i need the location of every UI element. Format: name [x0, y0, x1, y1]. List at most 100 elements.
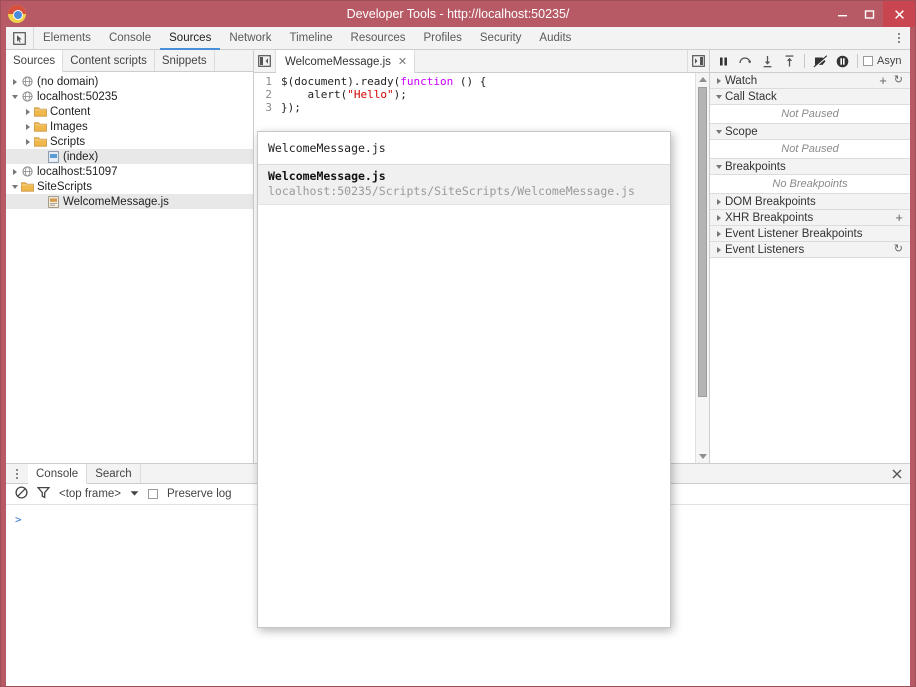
drawer-tab-search[interactable]: Search [87, 464, 141, 483]
navtab-content-scripts[interactable]: Content scripts [63, 50, 155, 71]
tree-item[interactable]: (no domain) [6, 74, 253, 89]
scrollbar-track[interactable] [696, 397, 709, 450]
minimize-button[interactable] [829, 1, 856, 27]
chevron-right-icon[interactable] [9, 78, 20, 85]
tab-elements[interactable]: Elements [34, 27, 100, 50]
tree-item[interactable]: localhost:51097 [6, 164, 253, 179]
tree-item[interactable]: localhost:50235 [6, 89, 253, 104]
vertical-dots-icon[interactable] [6, 464, 28, 483]
console-prompt[interactable]: > [15, 513, 22, 526]
scroll-down-icon[interactable] [698, 450, 707, 463]
section-actions: + ↻ [879, 74, 910, 87]
tree-item[interactable]: WelcomeMessage.js [6, 194, 253, 209]
folder-icon [34, 137, 47, 147]
scroll-up-icon[interactable] [698, 73, 707, 86]
chevron-down-icon[interactable] [130, 488, 139, 500]
console-context-value[interactable]: <top frame> [59, 488, 121, 500]
chevron-down-icon[interactable] [713, 164, 725, 169]
editor-tab-bar: WelcomeMessage.js ✕ [254, 50, 709, 73]
inspect-element-icon[interactable] [6, 27, 34, 49]
tree-item-label: SiteScripts [37, 180, 92, 193]
code-line-text: $(document).ready(function () { [276, 75, 486, 88]
tab-timeline[interactable]: Timeline [281, 27, 342, 50]
chevron-right-icon[interactable] [22, 123, 33, 130]
pause-icon[interactable] [713, 52, 733, 71]
section-header[interactable]: Watch + ↻ [710, 73, 910, 89]
chevron-right-icon[interactable] [713, 214, 725, 221]
tree-item-label: Scripts [50, 135, 86, 148]
close-tab-icon[interactable]: ✕ [398, 55, 407, 68]
scrollbar-thumb[interactable] [698, 87, 707, 397]
tree-item[interactable]: SiteScripts [6, 179, 253, 194]
drawer-tab-console[interactable]: Console [28, 464, 88, 484]
step-over-icon[interactable] [735, 52, 755, 71]
deactivate-breakpoints-icon[interactable] [810, 52, 830, 71]
chevron-down-icon[interactable] [9, 184, 20, 189]
tree-item[interactable]: Scripts [6, 134, 253, 149]
section-header[interactable]: Event Listeners ↻ [710, 242, 910, 258]
navigator-pane: Sources Content scripts Snippets (no dom… [6, 50, 254, 463]
close-drawer-icon[interactable] [884, 464, 910, 483]
step-into-icon[interactable] [757, 52, 777, 71]
quick-open-dialog[interactable]: WelcomeMessage.js WelcomeMessage.js local… [257, 131, 671, 628]
chevron-down-icon[interactable] [713, 129, 725, 134]
code-line[interactable]: 3}); [254, 101, 695, 114]
quick-open-result[interactable]: WelcomeMessage.js localhost:50235/Scripts… [258, 165, 670, 205]
chevron-right-icon[interactable] [713, 77, 725, 84]
chevron-right-icon[interactable] [713, 246, 725, 253]
tab-audits[interactable]: Audits [530, 27, 580, 50]
chevron-down-icon[interactable] [9, 94, 20, 99]
chevron-right-icon[interactable] [22, 108, 33, 115]
show-debugger-icon[interactable] [687, 50, 709, 72]
window-controls [829, 1, 915, 27]
tree-item[interactable]: (index) [6, 149, 253, 164]
tab-resources[interactable]: Resources [342, 27, 415, 50]
navtab-snippets[interactable]: Snippets [155, 50, 215, 71]
section-header[interactable]: Event Listener Breakpoints [710, 226, 910, 242]
tree-item[interactable]: Images [6, 119, 253, 134]
tab-console[interactable]: Console [100, 27, 160, 50]
step-out-icon[interactable] [779, 52, 799, 71]
chevron-right-icon[interactable] [713, 198, 725, 205]
tree-item-label: localhost:50235 [37, 90, 118, 103]
add-icon[interactable]: + [895, 211, 903, 224]
close-button[interactable] [883, 1, 915, 27]
section-header[interactable]: XHR Breakpoints + [710, 210, 910, 226]
refresh-icon[interactable]: ↻ [894, 244, 903, 255]
section-header[interactable]: DOM Breakpoints [710, 194, 910, 210]
chevron-down-icon[interactable] [713, 94, 725, 99]
chevron-right-icon[interactable] [713, 230, 725, 237]
pause-on-exceptions-icon[interactable] [832, 52, 852, 71]
tab-sources[interactable]: Sources [160, 27, 221, 50]
add-icon[interactable]: + [879, 74, 887, 87]
refresh-icon[interactable]: ↻ [894, 75, 903, 86]
chevron-right-icon[interactable] [9, 168, 20, 175]
globe-icon [20, 76, 35, 87]
preserve-log-checkbox[interactable] [148, 489, 159, 499]
line-number[interactable]: 1 [254, 75, 276, 88]
navtab-sources[interactable]: Sources [6, 50, 64, 72]
async-checkbox-group[interactable]: Asyn [863, 55, 901, 67]
line-number[interactable]: 3 [254, 101, 276, 114]
document-icon [46, 150, 61, 163]
quick-open-input[interactable]: WelcomeMessage.js [258, 132, 670, 165]
line-number[interactable]: 2 [254, 88, 276, 101]
vertical-dots-icon[interactable] [888, 27, 910, 49]
tree-item[interactable]: Content [6, 104, 253, 119]
chevron-right-icon[interactable] [22, 138, 33, 145]
section-header[interactable]: Breakpoints [710, 159, 910, 175]
section-header[interactable]: Scope [710, 124, 910, 140]
editor-vertical-scrollbar[interactable] [695, 73, 709, 463]
section-header[interactable]: Call Stack [710, 89, 910, 105]
maximize-button[interactable] [856, 1, 883, 27]
show-navigator-icon[interactable] [254, 50, 276, 72]
code-line[interactable]: 2 alert("Hello"); [254, 88, 695, 101]
tab-profiles[interactable]: Profiles [415, 27, 471, 50]
editor-tab-welcomemessage[interactable]: WelcomeMessage.js ✕ [276, 50, 416, 73]
tab-security[interactable]: Security [471, 27, 531, 50]
code-line[interactable]: 1 $(document).ready(function () { [254, 75, 695, 88]
filter-icon[interactable] [36, 486, 51, 502]
tab-network[interactable]: Network [220, 27, 280, 50]
async-checkbox[interactable] [863, 56, 873, 66]
clear-console-icon[interactable] [15, 486, 28, 502]
